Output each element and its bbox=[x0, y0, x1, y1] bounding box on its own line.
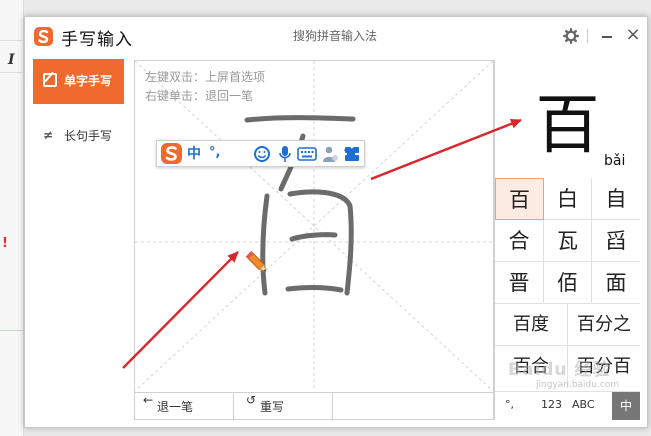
divider bbox=[0, 330, 24, 331]
warning-mark: ! bbox=[2, 236, 8, 251]
handwritten-strokes bbox=[244, 115, 356, 296]
background-editor-strip: I ! bbox=[0, 0, 24, 436]
pencil-cursor-icon bbox=[242, 248, 272, 282]
emoji-icon[interactable] bbox=[253, 145, 271, 163]
candidate-cell[interactable]: 百 bbox=[495, 178, 544, 220]
candidate-cell[interactable]: 合 bbox=[495, 220, 544, 262]
candidate-cell[interactable]: 百度 bbox=[495, 304, 568, 346]
candidate-cell[interactable]: 百分之 bbox=[568, 304, 640, 346]
pinyin-label: bǎi bbox=[604, 153, 626, 169]
scribble-icon: ≠ bbox=[43, 128, 54, 142]
number-filter-button[interactable]: 123 bbox=[541, 398, 562, 411]
language-toggle[interactable]: 中 bbox=[187, 145, 201, 163]
divider bbox=[0, 40, 24, 41]
candidate-cell[interactable]: 舀 bbox=[592, 220, 640, 262]
arrow-left-icon: ← bbox=[143, 393, 154, 407]
candidate-cell[interactable]: 面 bbox=[592, 262, 640, 304]
chinese-filter-button[interactable]: 中 bbox=[612, 392, 640, 420]
symbol-filter-button[interactable]: °, bbox=[505, 398, 514, 411]
writing-canvas[interactable]: 左键双击：上屏首选项 右键单击：退回一笔 中 °, ← 退一笔 ↺ 重写 bbox=[134, 60, 495, 421]
minimize-icon bbox=[602, 36, 612, 38]
candidate-cell[interactable]: 佰 bbox=[544, 262, 592, 304]
divider bbox=[587, 29, 588, 43]
punctuation-toggle[interactable]: °, bbox=[209, 145, 220, 163]
italic-button[interactable]: I bbox=[8, 52, 15, 68]
mode-single-char-button[interactable]: 单字手写 bbox=[33, 59, 124, 104]
mode-sentence-button[interactable]: ≠ 长句手写 bbox=[33, 121, 124, 149]
rewrite-label: 重写 bbox=[260, 400, 285, 414]
divider bbox=[0, 72, 24, 73]
pen-box-icon bbox=[43, 73, 57, 87]
ime-status-toolbar: 中 °, bbox=[156, 140, 365, 167]
candidate-filter-bar: °, 123 ABC 中 bbox=[495, 391, 640, 420]
close-icon: × bbox=[625, 24, 641, 45]
title-bar[interactable]: 手写输入 搜狗拼音输入法 × bbox=[25, 17, 647, 57]
watermark-url: jingyan.baidu.com bbox=[536, 380, 620, 390]
candidate-cell[interactable]: 瓦 bbox=[544, 220, 592, 262]
mode-label: 长句手写 bbox=[64, 129, 113, 143]
watermark-text: Baidu 经验 bbox=[508, 360, 611, 380]
keyboard-icon[interactable] bbox=[297, 145, 317, 163]
candidate-cell[interactable]: 晋 bbox=[495, 262, 544, 304]
candidate-cell[interactable]: 白 bbox=[544, 178, 592, 220]
minimize-button[interactable] bbox=[599, 27, 615, 45]
mode-sidebar: 单字手写 ≠ 长句手写 bbox=[25, 57, 133, 427]
sogou-logo-icon[interactable] bbox=[161, 143, 182, 164]
user-icon[interactable] bbox=[321, 145, 339, 163]
letter-filter-button[interactable]: ABC bbox=[572, 398, 595, 411]
mic-icon[interactable] bbox=[278, 145, 292, 163]
mode-label: 单字手写 bbox=[64, 74, 113, 88]
undo-stroke-button[interactable]: ← 退一笔 bbox=[135, 393, 234, 421]
undo-label: 退一笔 bbox=[157, 400, 194, 414]
grid-icon[interactable] bbox=[343, 145, 361, 163]
app-title: 手写输入 bbox=[61, 30, 133, 50]
rewrite-button[interactable]: ↺ 重写 bbox=[234, 393, 333, 421]
canvas-actions: ← 退一笔 ↺ 重写 bbox=[135, 392, 495, 421]
sogou-logo-icon bbox=[34, 27, 53, 46]
close-button[interactable]: × bbox=[625, 26, 641, 44]
refresh-icon: ↺ bbox=[246, 393, 257, 407]
candidate-cell[interactable]: 自 bbox=[592, 178, 640, 220]
brand-title: 搜狗拼音输入法 bbox=[293, 29, 378, 43]
gear-icon[interactable] bbox=[563, 28, 580, 45]
